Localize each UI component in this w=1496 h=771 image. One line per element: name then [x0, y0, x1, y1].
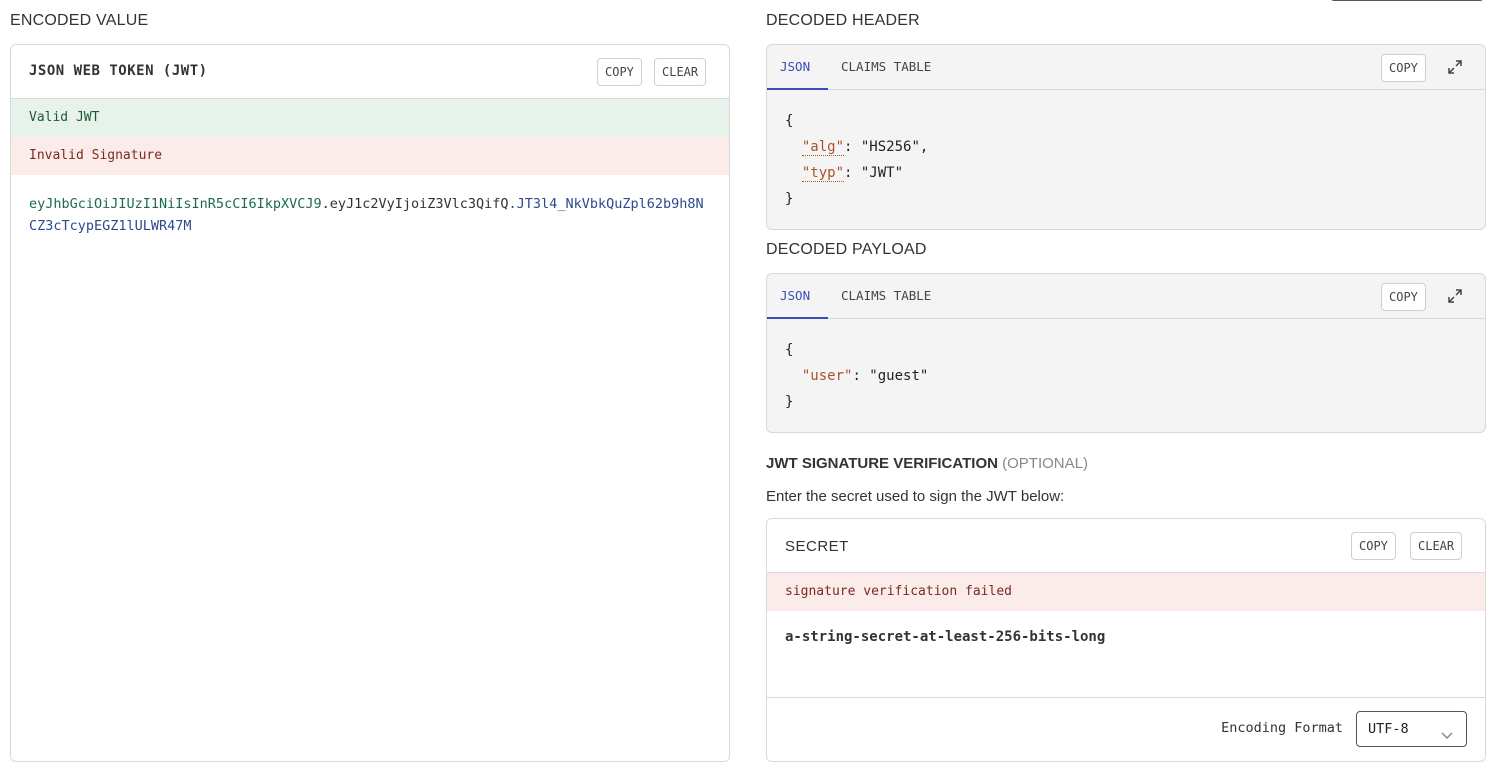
token-header-part: eyJhbGciOiJIUzI1NiIsInR5cCI6IkpXVCJ9	[29, 196, 322, 212]
copy-secret-button[interactable]: COPY	[1351, 532, 1396, 560]
optional-label: (OPTIONAL)	[1002, 455, 1088, 472]
expand-icon[interactable]	[1445, 57, 1465, 77]
json-value-alg: "HS256",	[860, 139, 929, 155]
json-separator: :	[852, 368, 870, 384]
secret-panel: SECRET COPY CLEAR signature verification…	[766, 518, 1486, 762]
json-value-user: "guest"	[869, 368, 929, 384]
json-key-typ: "typ"	[801, 165, 845, 182]
secret-panel-header: SECRET COPY CLEAR	[767, 519, 1485, 573]
json-separator: :	[844, 165, 861, 181]
clear-secret-button[interactable]: CLEAR	[1410, 532, 1463, 560]
copy-header-button[interactable]: COPY	[1381, 54, 1426, 82]
secret-footer: Encoding Format UTF-8	[767, 697, 1485, 759]
verification-instruction: Enter the secret used to sign the JWT be…	[766, 488, 1065, 505]
encoded-panel: JSON WEB TOKEN (JWT) COPY CLEAR Valid JW…	[10, 44, 730, 762]
tab-header-claims-table[interactable]: CLAIMS TABLE	[828, 45, 944, 90]
invalid-signature-status: Invalid Signature	[11, 137, 729, 175]
decoded-payload-panel: JSON CLAIMS TABLE COPY { "user": "guest"…	[766, 273, 1486, 433]
encoding-format-label: Encoding Format	[1221, 720, 1343, 736]
decoded-header-panel: JSON CLAIMS TABLE COPY { "alg": "HS256",…	[766, 44, 1486, 230]
json-open-brace: {	[785, 342, 794, 358]
secret-panel-title: SECRET	[785, 538, 849, 555]
json-close-brace: }	[785, 394, 794, 410]
json-close-brace: }	[785, 191, 794, 207]
token-payload-part: .eyJ1c2VyIjoiZ3Vlc3QifQ	[321, 196, 509, 212]
top-right-button-edge[interactable]	[1330, 0, 1484, 1]
encoded-section-title: ENCODED VALUE	[10, 12, 149, 29]
signature-verification-error: signature verification failed	[767, 573, 1485, 611]
decoded-payload-title: DECODED PAYLOAD	[766, 241, 927, 258]
payload-json-view: { "user": "guest" }	[767, 319, 1485, 432]
json-separator: :	[844, 139, 861, 155]
decoded-header-title: DECODED HEADER	[766, 12, 920, 29]
clear-token-button[interactable]: CLEAR	[654, 58, 707, 86]
encoded-panel-header: JSON WEB TOKEN (JWT) COPY CLEAR	[11, 45, 729, 99]
tab-payload-json[interactable]: JSON	[767, 274, 828, 319]
json-key-user: "user"	[801, 368, 853, 384]
secret-input[interactable]: a-string-secret-at-least-256-bits-long	[767, 611, 1485, 697]
copy-token-button[interactable]: COPY	[597, 58, 642, 86]
jwt-token-input[interactable]: eyJhbGciOiJIUzI1NiIsInR5cCI6IkpXVCJ9.eyJ…	[11, 175, 729, 255]
copy-payload-button[interactable]: COPY	[1381, 283, 1426, 311]
encoding-format-select[interactable]: UTF-8	[1356, 711, 1467, 747]
verification-title-text: JWT SIGNATURE VERIFICATION	[766, 455, 998, 472]
encoding-format-value: UTF-8	[1368, 721, 1409, 737]
verification-title: JWT SIGNATURE VERIFICATION (OPTIONAL)	[766, 455, 1088, 472]
tab-header-json[interactable]: JSON	[767, 45, 828, 90]
valid-jwt-status: Valid JWT	[11, 99, 729, 137]
header-json-view: { "alg": "HS256", "typ": "JWT" }	[767, 90, 1485, 229]
json-open-brace: {	[785, 113, 794, 129]
encoded-panel-title: JSON WEB TOKEN (JWT)	[29, 63, 208, 79]
tab-payload-claims-table[interactable]: CLAIMS TABLE	[828, 274, 944, 319]
payload-tabs: JSON CLAIMS TABLE COPY	[767, 274, 1485, 319]
chevron-down-icon	[1440, 721, 1454, 740]
header-tabs: JSON CLAIMS TABLE COPY	[767, 45, 1485, 90]
json-key-alg: "alg"	[801, 139, 845, 156]
json-value-typ: "JWT"	[860, 165, 904, 181]
expand-icon[interactable]	[1445, 286, 1465, 306]
